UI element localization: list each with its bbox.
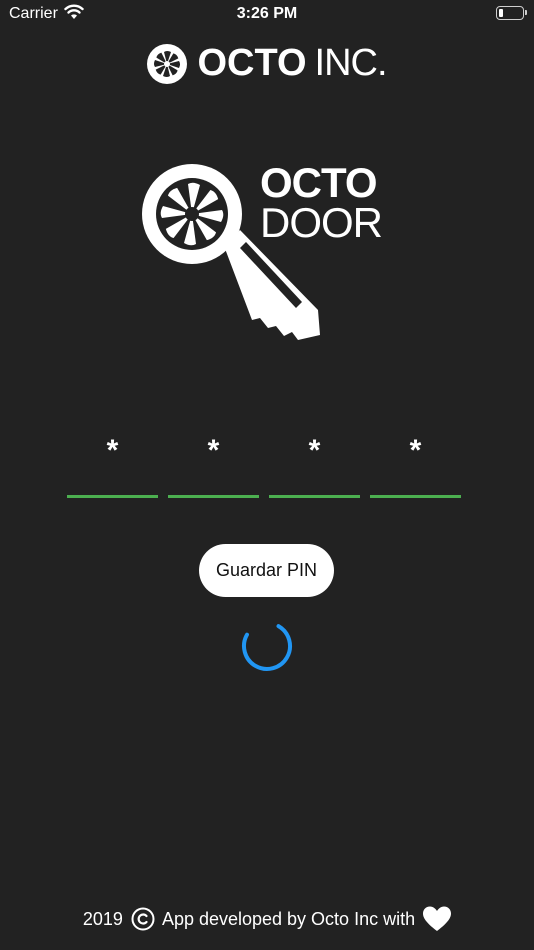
brand-name-light: INC. (314, 42, 388, 84)
footer-text: App developed by Octo Inc with (161, 908, 416, 929)
company-brand: OCTO INC. (0, 42, 534, 85)
footer: 2019 App developed by Octo Inc with (0, 906, 534, 932)
loading-spinner-icon (242, 621, 292, 671)
app-logo-line2: DOOR (260, 199, 383, 246)
battery-icon (496, 6, 527, 20)
pin-digit-2[interactable]: * (168, 430, 259, 498)
status-bar: Carrier 3:26 PM (0, 0, 534, 28)
pin-digit-3[interactable]: * (269, 430, 360, 498)
footer-year: 2019 (82, 908, 123, 929)
battery-level (499, 9, 503, 17)
app-logo-line1: OCTO (260, 159, 378, 206)
brand-name-bold: OCTO (197, 42, 307, 84)
copyright-icon (131, 907, 155, 931)
pin-digit-4[interactable]: * (370, 430, 461, 498)
pin-input-row: * * * * (67, 430, 461, 498)
pin-digit-1[interactable]: * (67, 430, 158, 498)
status-time: 3:26 PM (236, 5, 298, 22)
heart-icon (423, 906, 452, 931)
octo-fan-logo-icon (147, 43, 188, 84)
save-pin-button[interactable]: Guardar PIN (199, 544, 334, 597)
